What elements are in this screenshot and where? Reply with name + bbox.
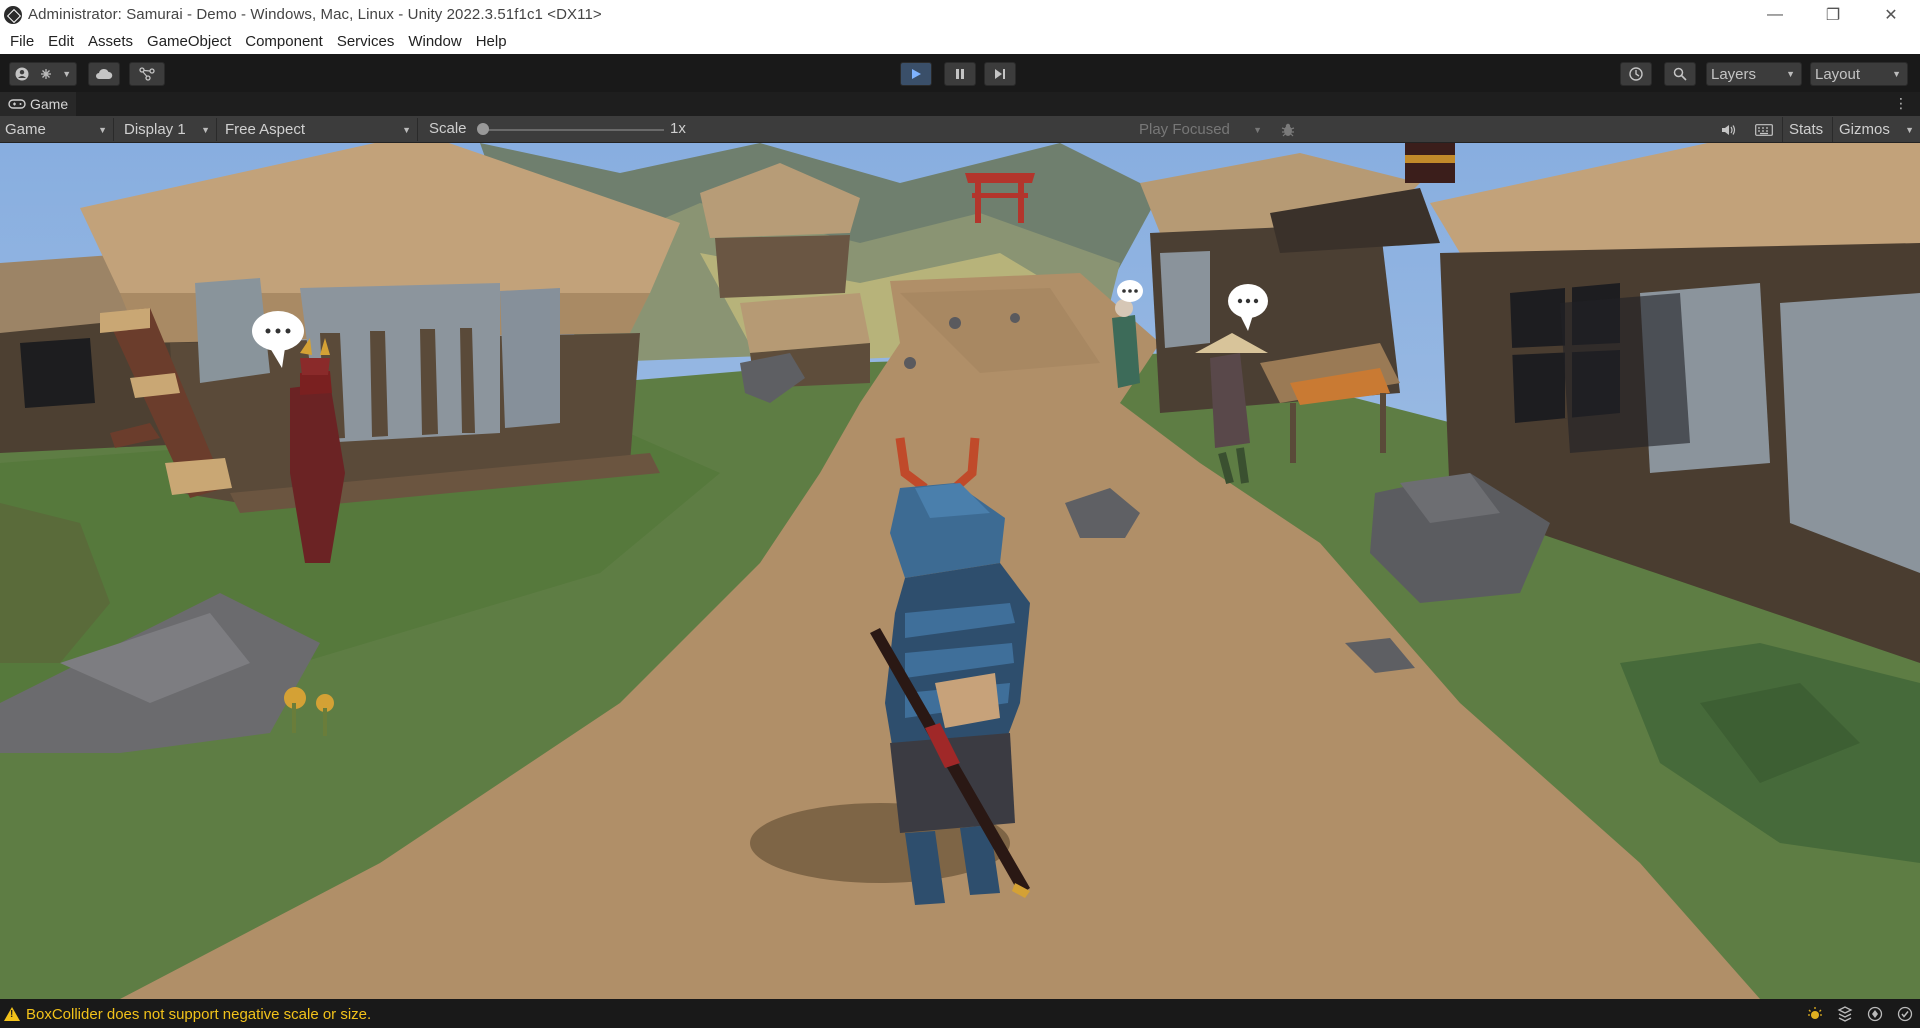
tab-game-label: Game: [30, 96, 69, 112]
gizmos-dropdown[interactable]: Gizmos ▼: [1832, 117, 1920, 142]
keyboard-icon: [1755, 124, 1773, 136]
more-options-icon[interactable]: ⋮: [1894, 95, 1908, 112]
minimize-button[interactable]: —: [1746, 0, 1804, 29]
step-button[interactable]: [984, 62, 1016, 86]
menu-gameobject[interactable]: GameObject: [140, 29, 238, 54]
mute-audio-button[interactable]: [1718, 120, 1740, 140]
menu-edit[interactable]: Edit: [41, 29, 81, 54]
bug-icon: [1281, 123, 1295, 137]
status-bar[interactable]: BoxCollider does not support negative sc…: [0, 1000, 1920, 1028]
speaker-icon: [1722, 125, 1736, 135]
version-control-button[interactable]: [129, 62, 165, 86]
history-icon: [1629, 67, 1643, 81]
stats-button[interactable]: Stats: [1782, 117, 1829, 142]
close-button[interactable]: ✕: [1862, 0, 1920, 29]
console-message[interactable]: BoxCollider does not support negative sc…: [4, 1006, 371, 1023]
warning-icon: [4, 1007, 20, 1021]
scale-slider-track[interactable]: [482, 129, 664, 131]
menu-component[interactable]: Component: [238, 29, 330, 54]
chevron-down-icon: ▼: [1905, 124, 1914, 135]
debug-button[interactable]: [1278, 120, 1298, 140]
chevron-down-icon: ▼: [1253, 124, 1262, 135]
menu-services[interactable]: Services: [330, 29, 402, 54]
game-viewport[interactable]: [0, 143, 1920, 999]
chevron-down-icon: ▼: [1786, 69, 1795, 79]
cloud-icon: [96, 68, 113, 79]
pause-icon: [956, 69, 964, 79]
window-title: Administrator: Samurai - Demo - Windows,…: [28, 6, 602, 23]
main-toolbar: ▼ Layers ▼ Layout ▼: [0, 54, 1920, 92]
game-panel-tabbar: Game ⋮: [0, 92, 1920, 116]
collab-icon: [40, 69, 51, 79]
progress-check-icon[interactable]: [1896, 1005, 1914, 1023]
play-mode-value: Play Focused: [1139, 121, 1230, 138]
view-mode-dropdown[interactable]: Game ▼: [0, 118, 114, 141]
chevron-down-icon: ▼: [62, 69, 72, 79]
light-bake-icon[interactable]: [1806, 1005, 1824, 1023]
display-dropdown[interactable]: Display 1 ▼: [119, 118, 217, 141]
layout-label: Layout: [1815, 65, 1861, 83]
window-controls: — ❐ ✕: [1746, 0, 1920, 29]
account-dropdown[interactable]: ▼: [9, 62, 77, 86]
menu-help[interactable]: Help: [469, 29, 514, 54]
view-mode-value: Game: [5, 121, 46, 138]
step-icon: [995, 69, 1005, 79]
chevron-down-icon: ▼: [201, 124, 210, 135]
scale-slider-handle[interactable]: [477, 123, 489, 135]
shortcuts-button[interactable]: [1753, 120, 1775, 140]
search-icon: [1673, 67, 1687, 81]
cache-server-icon[interactable]: [1836, 1005, 1854, 1023]
game-scene: [0, 143, 1920, 999]
cloud-button[interactable]: [88, 62, 120, 86]
layers-label: Layers: [1711, 65, 1757, 83]
unity-logo-icon: [4, 5, 22, 24]
chevron-down-icon: ▼: [1892, 69, 1901, 79]
play-mode-dropdown[interactable]: Play Focused ▼: [1134, 118, 1268, 141]
menu-assets[interactable]: Assets: [81, 29, 140, 54]
scale-value: 1x: [670, 120, 686, 137]
branch-icon: [139, 67, 155, 81]
play-icon: [912, 69, 921, 79]
menu-window[interactable]: Window: [401, 29, 468, 54]
chevron-down-icon: ▼: [98, 124, 107, 135]
gamepad-icon: [8, 99, 26, 109]
search-button[interactable]: [1664, 62, 1696, 86]
status-icons: [1806, 1005, 1914, 1023]
menu-bar: File Edit Assets GameObject Component Se…: [0, 29, 1920, 54]
undo-history-button[interactable]: [1620, 62, 1652, 86]
chevron-down-icon: ▼: [402, 124, 411, 135]
window-title-bar: Administrator: Samurai - Demo - Windows,…: [0, 0, 1920, 29]
aspect-dropdown[interactable]: Free Aspect ▼: [220, 118, 418, 141]
status-message: BoxCollider does not support negative sc…: [26, 1005, 372, 1023]
collab-status-icon[interactable]: [1866, 1005, 1884, 1023]
layout-dropdown[interactable]: Layout ▼: [1810, 62, 1908, 86]
layers-dropdown[interactable]: Layers ▼: [1706, 62, 1802, 86]
tab-game[interactable]: Game: [0, 92, 77, 116]
maximize-button[interactable]: ❐: [1804, 0, 1862, 29]
play-button[interactable]: [900, 62, 932, 86]
account-icon: [15, 67, 29, 81]
game-view-controls: Game ▼ Display 1 ▼ Free Aspect ▼ Scale 1…: [0, 116, 1920, 143]
menu-file[interactable]: File: [3, 29, 41, 54]
display-value: Display 1: [124, 121, 186, 138]
gizmos-label: Gizmos: [1839, 121, 1890, 138]
scale-label: Scale: [429, 120, 467, 137]
aspect-value: Free Aspect: [225, 121, 306, 138]
pause-button[interactable]: [944, 62, 976, 86]
